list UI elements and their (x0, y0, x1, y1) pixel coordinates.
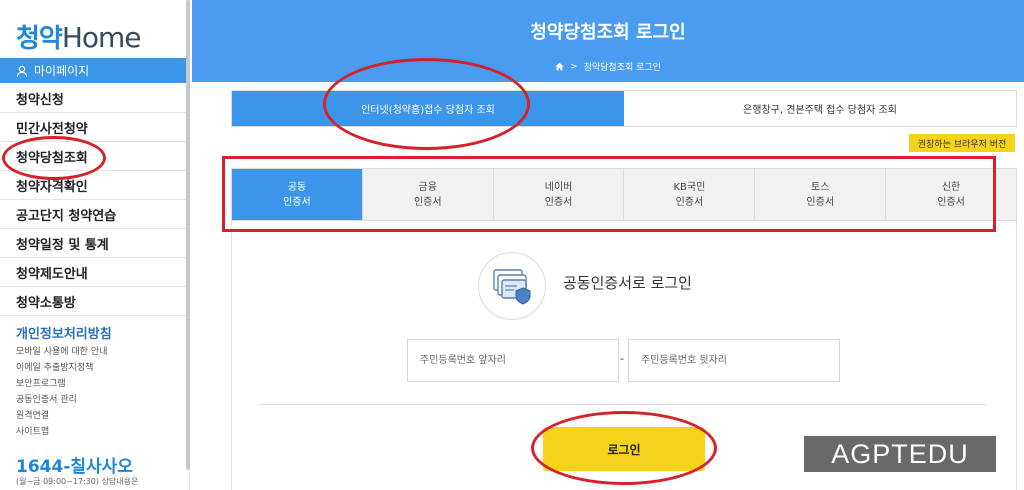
tab-bank-winner-lookup[interactable]: 은행창구, 견본주택 접수 당첨자 조회 (624, 91, 1016, 126)
sidebar-item-schedule-stats[interactable]: 청약일정 및 통계 (0, 229, 188, 258)
mypage-label: 마이페이지 (34, 64, 90, 78)
certificate-shield-icon (493, 269, 531, 305)
call-center-phone: 1644-칠사사오 (16, 457, 133, 477)
logo-text-ko: 청약 (16, 24, 63, 54)
chevron-right-icon: > (570, 61, 578, 72)
sidebar-item-practice[interactable]: 공고단지 청약연습 (0, 200, 188, 229)
breadcrumb: > 청약당첨조회 로그인 (192, 60, 1024, 73)
sidebar-item-system-guide[interactable]: 청약제도안내 (0, 258, 188, 287)
logo-text-en: Home (61, 21, 142, 54)
mypage-link[interactable]: 마이페이지 (0, 58, 188, 83)
tab-kb-certificate[interactable]: KB국민 인증서 (624, 169, 756, 220)
sidebar-item-community[interactable]: 청약소통방 (0, 287, 188, 316)
tab-shinhan-certificate[interactable]: 신한 인증서 (886, 169, 1016, 220)
footer-link-cert-manage[interactable]: 공동인증서 관리 (16, 392, 107, 408)
certificate-tabs: 공동 인증서 금융 인증서 네이버 인증서 KB국민 인증서 토스 인증서 신한… (231, 168, 1017, 221)
lookup-type-tabs: 인터넷(청약홈)접수 당첨자 조회 은행창구, 견본주택 접수 당첨자 조회 (231, 90, 1017, 127)
recommended-browser-button[interactable]: 권장하는 브라우저 버전 (909, 134, 1015, 152)
sidebar-item-apply[interactable]: 청약신청 (0, 84, 188, 113)
call-center-hours: (월~금 09:00~17:30) 상담내용은 (16, 477, 139, 486)
cert-tab-line1: KB국민 (673, 181, 706, 193)
footer-link-email[interactable]: 이메일 추출방지정책 (16, 360, 107, 376)
tab-toss-certificate[interactable]: 토스 인증서 (755, 169, 887, 220)
sidebar-menu: 청약신청 민간사전청약 청약당첨조회 청약자격확인 공고단지 청약연습 청약일정… (0, 84, 188, 316)
sidebar-scrollbar[interactable] (186, 0, 190, 470)
cert-tab-line1: 신한 (941, 181, 961, 193)
watermark: AGPTEDU (804, 436, 996, 472)
sidebar-item-private-presale[interactable]: 민간사전청약 (0, 113, 188, 142)
id-separator: - (620, 352, 624, 365)
cert-tab-line2: 인증서 (283, 196, 311, 208)
login-title: 공동인증서로 로그인 (563, 274, 692, 292)
footer-links: 모바일 사용에 대한 안내 이메일 추출방지정책 보안프로그램 공동인증서 관리… (16, 344, 107, 440)
cert-tab-line2: 인증서 (413, 196, 442, 208)
page-title: 청약당첨조회 로그인 (530, 22, 686, 43)
certificate-icon (478, 252, 546, 320)
footer-link-security[interactable]: 보안프로그램 (16, 376, 107, 392)
cert-tab-line2: 인증서 (806, 196, 835, 208)
cert-tab-line1: 네이버 (544, 181, 573, 193)
sidebar: 청약 Home 마이페이지 청약신청 민간사전청약 청약당첨조회 청약자격확인 … (0, 0, 190, 490)
sidebar-item-eligibility[interactable]: 청약자격확인 (0, 171, 188, 200)
login-button[interactable]: 로그인 (543, 427, 705, 471)
cert-tab-line2: 인증서 (675, 196, 704, 208)
footer-link-remote[interactable]: 원격연결 (16, 408, 107, 424)
divider (259, 404, 987, 405)
tab-financial-certificate[interactable]: 금융 인증서 (362, 169, 494, 220)
page-header: 청약당첨조회 로그인 > 청약당첨조회 로그인 (192, 0, 1024, 82)
tab-joint-certificate[interactable]: 공동 인증서 (232, 169, 363, 220)
sidebar-item-winner-lookup[interactable]: 청약당첨조회 (0, 142, 188, 171)
cert-tab-line2: 인증서 (937, 196, 965, 208)
tab-internet-winner-lookup[interactable]: 인터넷(청약홈)접수 당첨자 조회 (232, 91, 624, 126)
footer-link-sitemap[interactable]: 사이트맵 (16, 424, 107, 440)
cert-tab-line1: 토스 (811, 181, 830, 193)
tab-naver-certificate[interactable]: 네이버 인증서 (493, 169, 625, 220)
resident-id-front-input[interactable] (407, 339, 619, 382)
footer-link-mobile[interactable]: 모바일 사용에 대한 안내 (16, 344, 107, 360)
site-logo[interactable]: 청약 Home (16, 18, 142, 54)
home-icon[interactable] (555, 62, 564, 71)
cert-tab-line2: 인증서 (544, 196, 573, 208)
resident-id-back-input[interactable] (628, 339, 840, 382)
privacy-policy-link[interactable]: 개인정보처리방침 (16, 323, 112, 342)
breadcrumb-current: 청약당첨조회 로그인 (583, 63, 661, 73)
cert-tab-line1: 금융 (418, 181, 437, 193)
person-icon (16, 65, 28, 77)
cert-tab-line1: 공동 (287, 181, 307, 193)
